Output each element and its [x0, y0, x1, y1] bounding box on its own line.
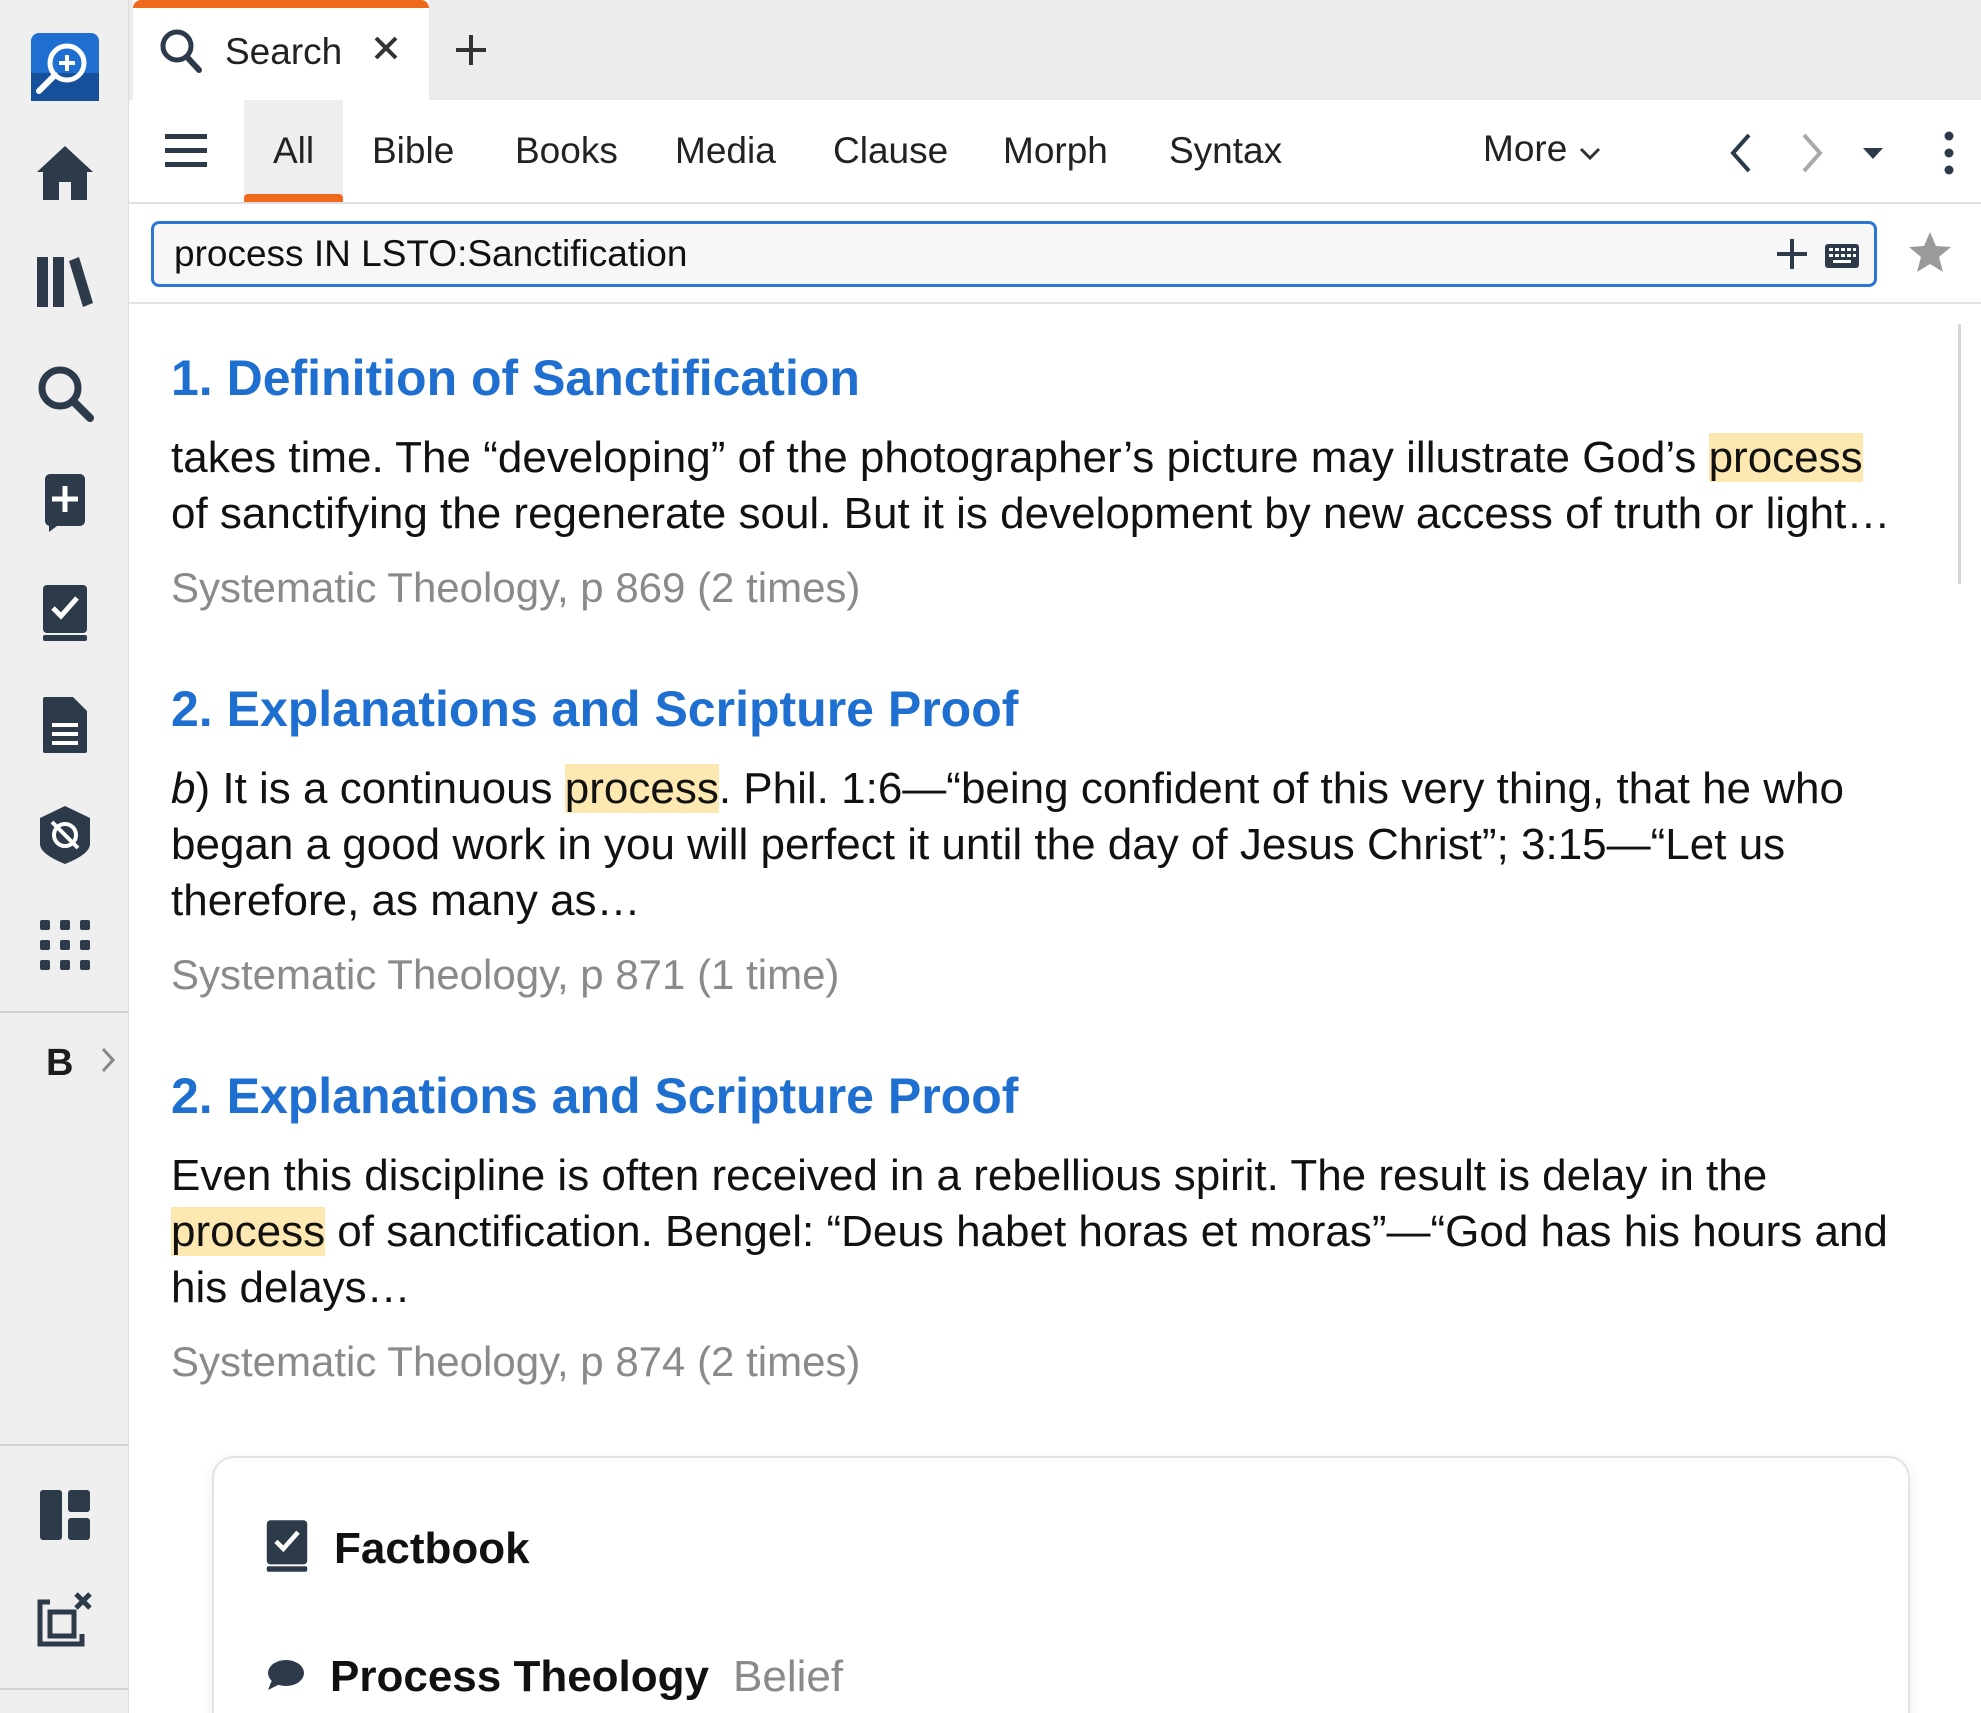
scrollbar[interactable]: [1958, 324, 1961, 584]
tab-all[interactable]: All: [244, 100, 343, 202]
result-title[interactable]: 1. Definition of Sanctification: [171, 348, 1911, 408]
home-icon[interactable]: [30, 138, 100, 208]
document-icon[interactable]: [30, 690, 100, 760]
search-row: [129, 204, 1981, 304]
back-icon[interactable]: [1721, 130, 1761, 176]
search-hit-highlight: process: [171, 1207, 326, 1256]
snippet-text: Even this discipline is often received i…: [171, 1151, 1768, 1200]
search-hit-highlight: process: [564, 764, 719, 813]
search-input[interactable]: [174, 232, 1674, 276]
result-item[interactable]: 1. Definition of Sanctification takes ti…: [171, 348, 1911, 616]
result-title[interactable]: 2. Explanations and Scripture Proof: [171, 1066, 1911, 1126]
menu-icon[interactable]: [165, 132, 207, 175]
more-options-icon[interactable]: [1929, 130, 1969, 176]
factbook-icon[interactable]: [30, 578, 100, 648]
snippet-text: of sanctification. Bengel: “Deus habet h…: [171, 1207, 1888, 1312]
factbook-entry[interactable]: Process Theology Belief: [264, 1652, 843, 1702]
factbook-card: Factbook Process Theology Belief: [212, 1456, 1910, 1713]
tab-books[interactable]: Books: [515, 100, 618, 202]
left-rail: B: [0, 0, 129, 1713]
entry-type: Belief: [733, 1652, 844, 1701]
tab-bible[interactable]: Bible: [372, 100, 454, 202]
search-icon: [159, 28, 203, 79]
add-term-icon[interactable]: [1772, 234, 1812, 274]
tab-search[interactable]: Search: [133, 0, 429, 100]
layouts-icon[interactable]: [30, 1480, 100, 1550]
chevron-down-icon: [1579, 128, 1601, 170]
more-dropdown[interactable]: More: [1483, 128, 1601, 170]
result-item[interactable]: 2. Explanations and Scripture Proof b) I…: [171, 679, 1911, 1003]
tab-label: Search: [225, 31, 343, 72]
tab-active-indicator: [133, 0, 429, 8]
result-snippet: Even this discipline is often received i…: [171, 1148, 1911, 1316]
rail-divider: [0, 1688, 129, 1690]
tab-morph[interactable]: Morph: [1003, 100, 1108, 202]
belief-speech-bubble-icon: [264, 1658, 306, 1697]
close-panels-icon[interactable]: [30, 1584, 100, 1654]
tab-media[interactable]: Media: [675, 100, 776, 202]
result-source[interactable]: Systematic Theology, p 871 (1 time): [171, 947, 1911, 1003]
add-tab-icon[interactable]: [451, 30, 491, 70]
rail-divider: [0, 1444, 129, 1446]
search-hit-highlight: process: [1708, 433, 1863, 482]
result-source[interactable]: Systematic Theology, p 869 (2 times): [171, 560, 1911, 616]
result-source[interactable]: Systematic Theology, p 874 (2 times): [171, 1334, 1911, 1390]
filter-bar: All Bible Books Media Clause Morph Synta…: [129, 100, 1981, 204]
history-dropdown-icon[interactable]: [1853, 130, 1893, 176]
more-label: More: [1483, 128, 1568, 169]
rail-divider: [0, 1011, 129, 1013]
result-title[interactable]: 2. Explanations and Scripture Proof: [171, 679, 1911, 739]
snippet-italic: b: [171, 764, 196, 813]
snippet-text: ) It is a continuous: [195, 764, 565, 813]
tab-strip: Search: [129, 0, 1981, 100]
tab-books-label: Books: [515, 130, 618, 171]
chevron-right-icon[interactable]: [100, 1046, 116, 1079]
tab-media-label: Media: [675, 130, 776, 171]
factbook-icon: [264, 1518, 310, 1579]
tab-morph-label: Morph: [1003, 130, 1108, 171]
snippet-text: of sanctifying the regenerate soul. But …: [171, 489, 1891, 538]
logos-logo-icon[interactable]: [30, 32, 100, 102]
rail-shortcut-b[interactable]: B: [46, 1042, 73, 1085]
factbook-header[interactable]: Factbook: [264, 1518, 530, 1579]
forward-icon[interactable]: [1792, 130, 1832, 176]
result-snippet: takes time. The “developing” of the phot…: [171, 430, 1911, 542]
library-icon[interactable]: [30, 246, 100, 316]
factbook-title: Factbook: [334, 1523, 530, 1573]
tab-all-label: All: [272, 130, 315, 171]
close-icon[interactable]: [368, 30, 404, 66]
snippet-text: takes time. The “developing” of the phot…: [171, 433, 1709, 482]
tab-clause[interactable]: Clause: [833, 100, 948, 202]
entry-title: Process Theology: [330, 1652, 710, 1701]
search-field: [151, 221, 1877, 287]
tab-clause-label: Clause: [833, 130, 949, 171]
add-note-icon[interactable]: [30, 468, 100, 538]
visual-filter-icon[interactable]: [30, 800, 100, 870]
tab-bible-label: Bible: [372, 130, 455, 171]
search-icon[interactable]: [30, 358, 100, 428]
tab-active-indicator: [244, 194, 343, 202]
tab-syntax-label: Syntax: [1169, 130, 1283, 171]
favorite-star-icon[interactable]: [1907, 230, 1953, 279]
tab-strip-background: [429, 0, 1981, 100]
apps-grid-icon[interactable]: [30, 910, 100, 980]
tab-syntax[interactable]: Syntax: [1169, 100, 1282, 202]
result-item[interactable]: 2. Explanations and Scripture Proof Even…: [171, 1066, 1911, 1390]
result-snippet: b) It is a continuous process. Phil. 1:6…: [171, 761, 1911, 929]
keyboard-icon[interactable]: [1822, 236, 1862, 276]
